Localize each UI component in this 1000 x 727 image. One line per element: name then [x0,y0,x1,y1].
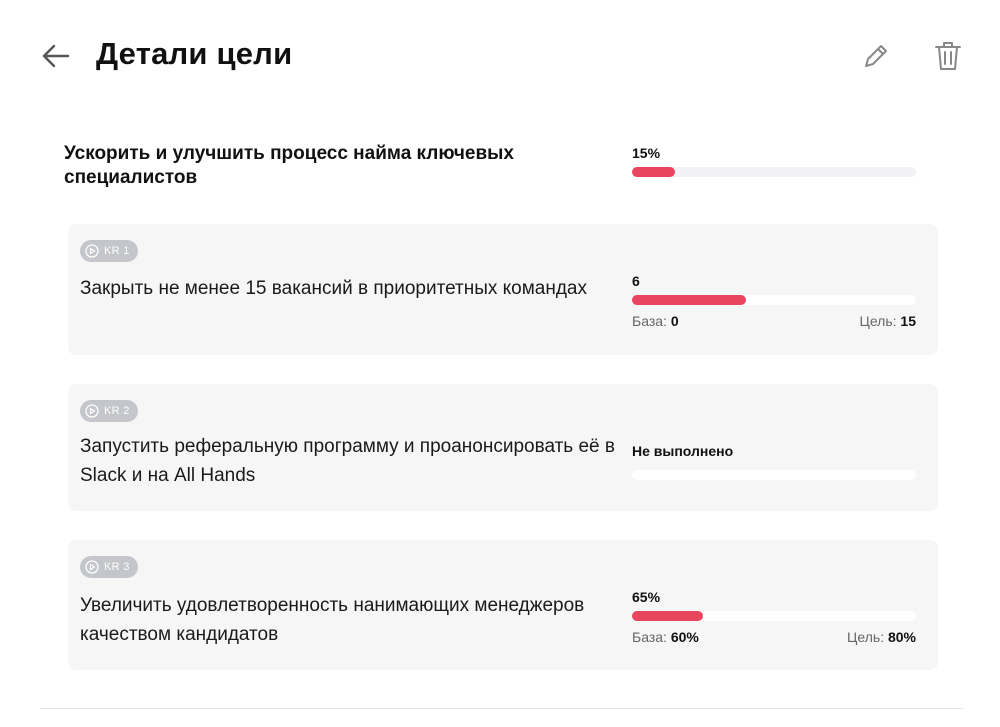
delete-button[interactable] [932,38,964,74]
edit-button[interactable] [860,40,892,72]
kr-badge-label: KR 1 [104,245,130,257]
objective-progress-label: 15% [632,145,661,161]
kr-title: Увеличить удовлетворенность нанимающих м… [80,595,585,645]
progress-track [632,295,916,305]
key-result-card[interactable]: KR 1 Закрыть не менее 15 вакансий в прио… [68,224,938,355]
objective-progress: 15% [632,145,916,177]
kr-badge: KR 1 [80,240,138,262]
kr-meta: База: 0 Цель: 15 [632,313,916,329]
key-result-card[interactable]: KR 3 Увеличить удовлетворенность нанимаю… [68,540,938,670]
kr-title: Закрыть не менее 15 вакансий в приоритет… [80,278,587,299]
back-button[interactable] [38,38,74,74]
play-circle-icon [85,244,99,258]
progress-fill [632,611,703,621]
kr-title: Запустить реферальную программу и проано… [80,436,615,486]
header: Детали цели [0,0,1000,110]
kr-base: База: 0 [632,313,679,329]
progress-track [632,611,916,621]
kr-progress: 65% База: 60% Цель: 80% [632,589,916,645]
progress-fill [632,295,746,305]
play-circle-icon [85,404,99,418]
kr-badge: KR 3 [80,556,138,578]
kr-current-value: 6 [632,273,640,289]
kr-status: Не выполнено [632,443,734,459]
kr-target: Цель: 80% [847,629,916,645]
key-result-card[interactable]: KR 2 Запустить реферальную программу и п… [68,384,938,511]
kr-progress: Не выполнено [632,443,916,480]
kr-badge-label: KR 2 [104,405,130,417]
kr-progress: 6 База: 0 Цель: 15 [632,273,916,329]
kr-target: Цель: 15 [859,313,917,329]
kr-current-value: 65% [632,589,661,605]
progress-track [632,470,916,480]
pencil-icon [865,45,887,67]
kr-badge-label: KR 3 [104,561,130,573]
trash-icon [935,42,961,70]
progress-track [632,167,916,177]
kr-base: База: 60% [632,629,699,645]
play-circle-icon [85,560,99,574]
objective-title: Ускорить и улучшить процесс найма ключев… [64,143,514,188]
kr-badge: KR 2 [80,400,138,422]
divider [40,708,964,709]
page-title: Детали цели [96,36,293,71]
arrow-left-icon [42,44,70,68]
kr-meta: База: 60% Цель: 80% [632,629,916,645]
progress-fill [632,167,675,177]
